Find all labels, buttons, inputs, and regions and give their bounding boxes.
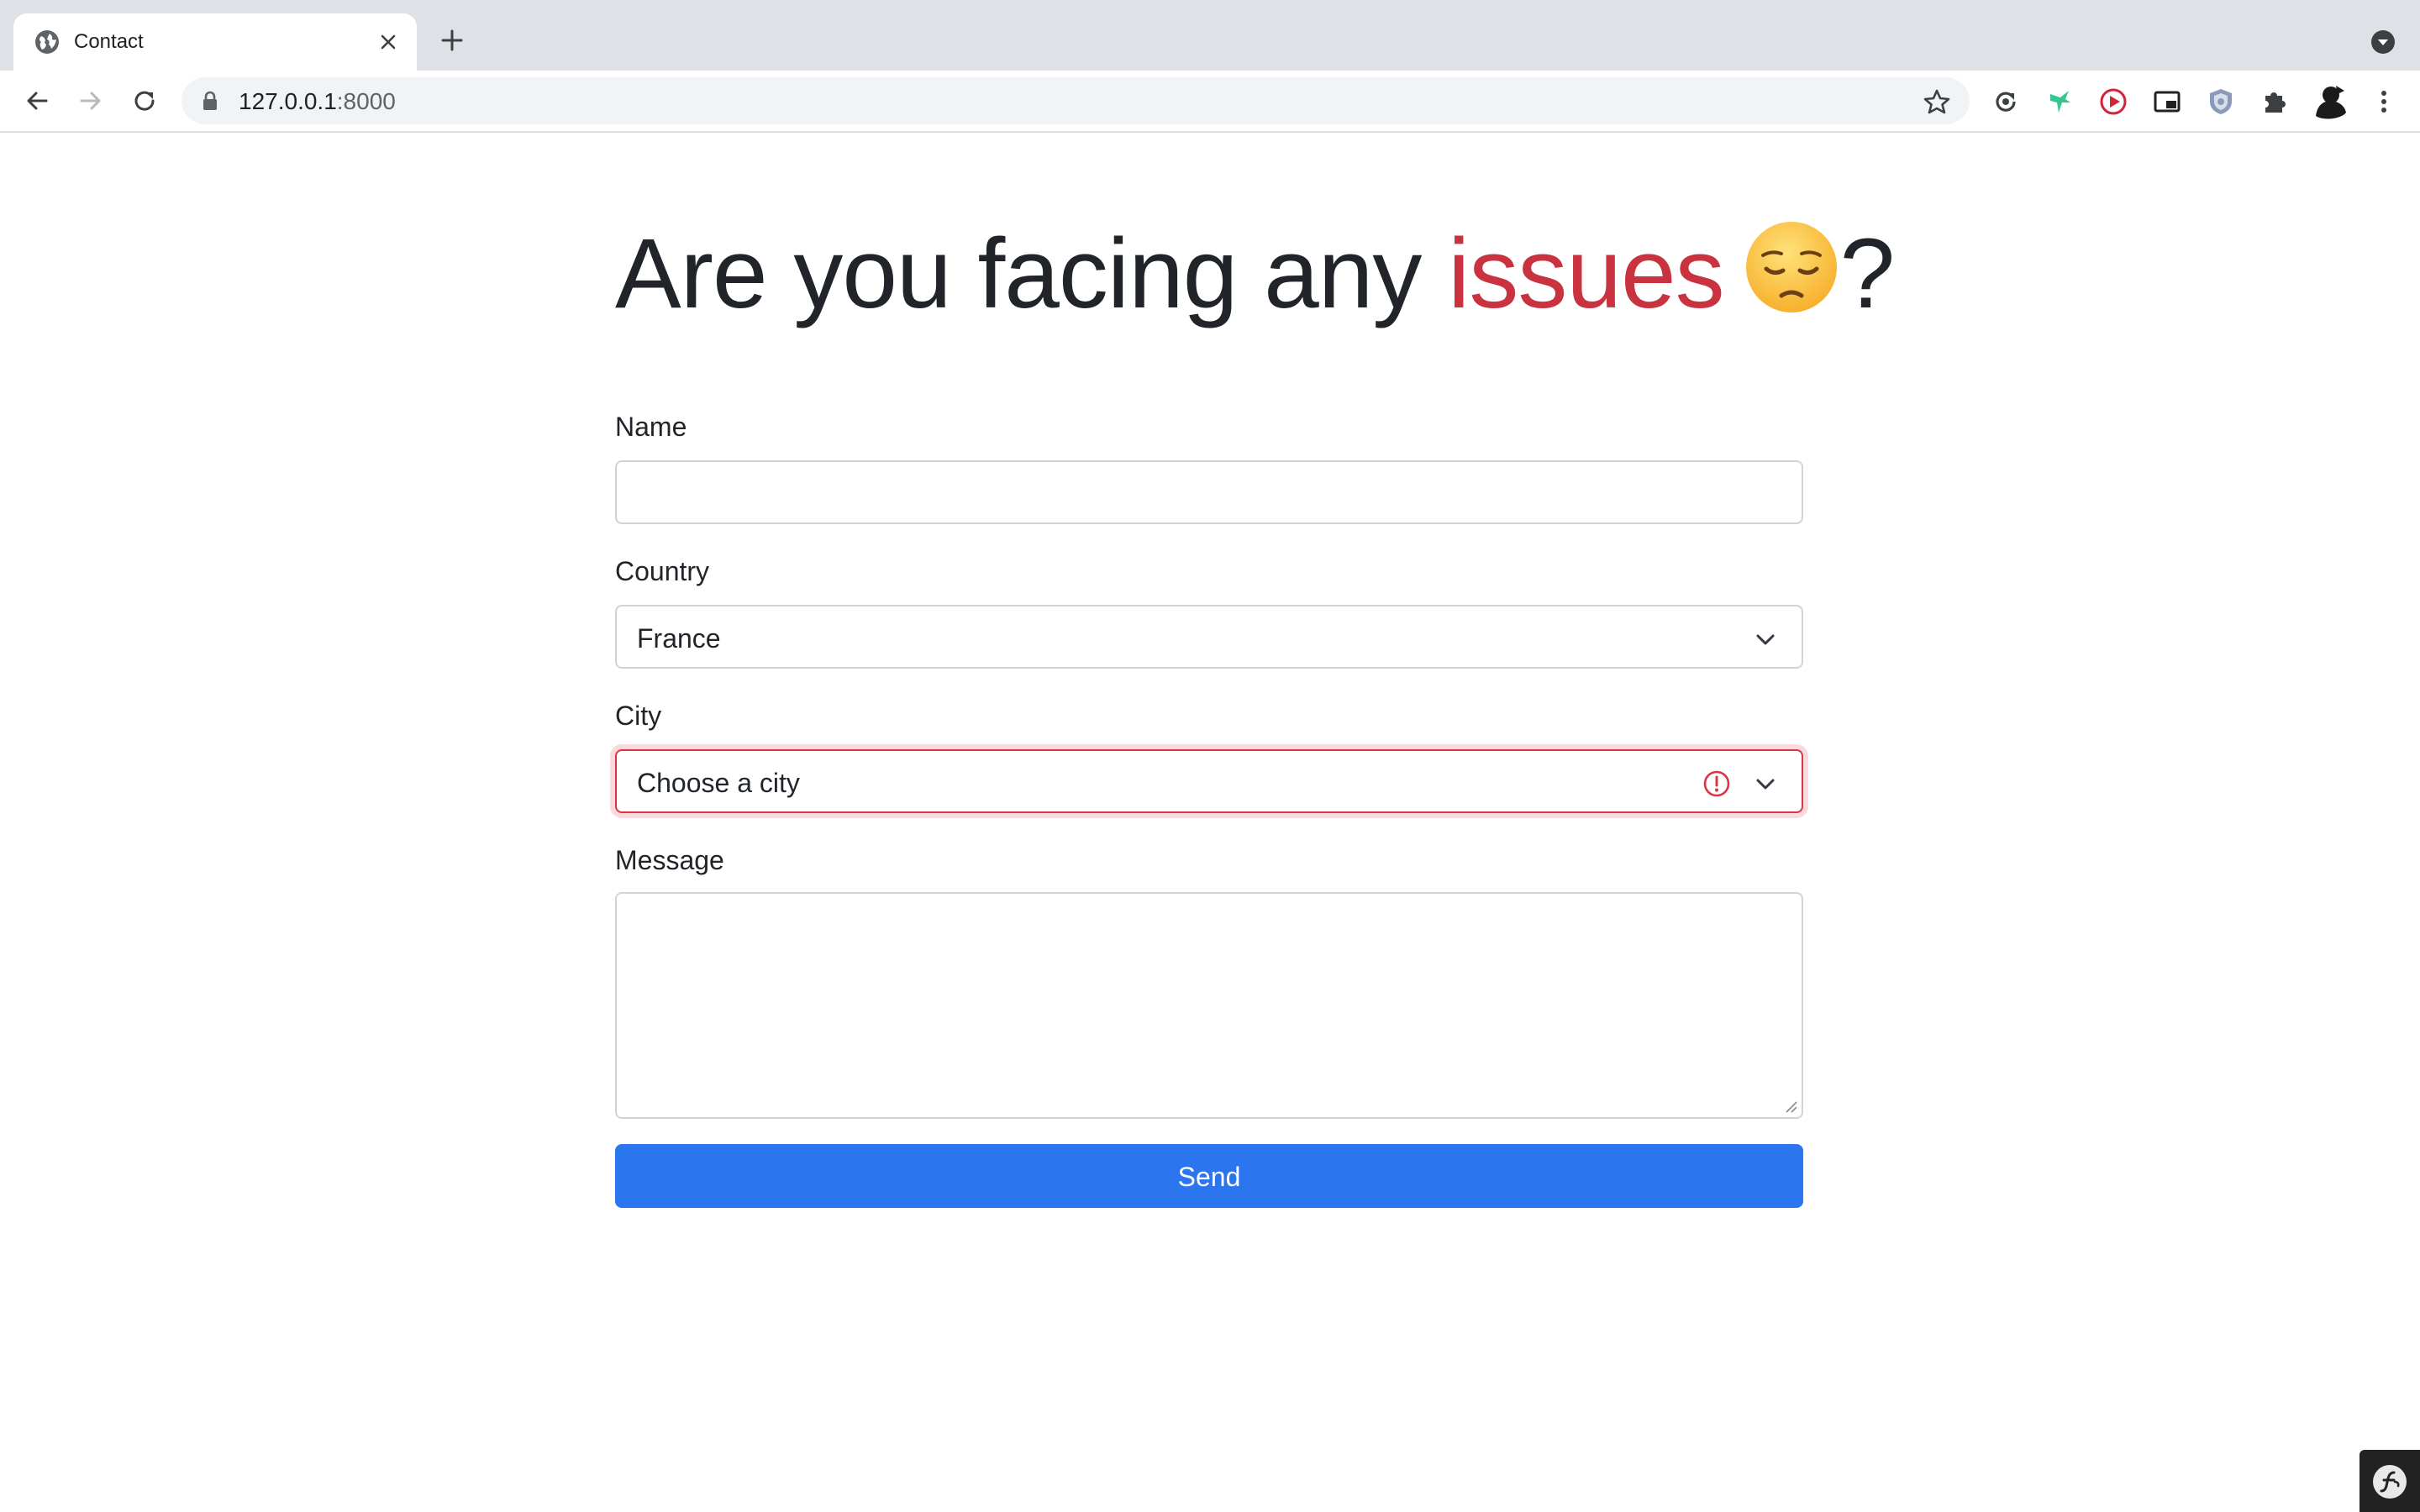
forward-arrow-icon[interactable] [74, 84, 108, 118]
message-textarea[interactable] [615, 892, 1803, 1119]
puzzle-icon[interactable] [2259, 86, 2291, 118]
title-text: Are you facing any [615, 218, 1449, 329]
city-select[interactable]: Choose a city [615, 749, 1803, 813]
tab-title: Contact [74, 30, 144, 53]
more-vert-icon[interactable] [2368, 86, 2400, 118]
reload-icon[interactable] [128, 84, 161, 118]
country-selected-value: France [637, 623, 721, 654]
lock-icon[interactable] [202, 91, 218, 111]
page-title: Are you facing any issues ? [615, 215, 1896, 333]
resize-handle-icon[interactable] [1783, 1099, 1798, 1114]
name-input[interactable] [615, 460, 1803, 524]
plus-icon[interactable] [437, 25, 467, 55]
pensive-face-emoji-icon [1745, 222, 1837, 312]
name-label: Name [615, 412, 687, 442]
globe-icon [35, 30, 59, 54]
shield-extension-icon[interactable] [2205, 86, 2237, 118]
error-icon [1703, 770, 1730, 797]
url-text: 127.0.0.1:8000 [239, 88, 396, 115]
symfony-logo-icon[interactable] [2371, 1463, 2408, 1500]
chevron-down-icon [1756, 634, 1775, 645]
browser-toolbar: 127.0.0.1:8000 [0, 71, 2420, 133]
city-selected-value: Choose a city [637, 768, 800, 798]
picture-in-picture-icon[interactable] [2151, 86, 2183, 118]
play-extension-icon[interactable] [2097, 86, 2129, 118]
back-arrow-icon[interactable] [20, 84, 54, 118]
country-label: Country [615, 556, 710, 586]
chevron-down-icon [1756, 779, 1775, 790]
tab-strip: Contact [0, 0, 2420, 71]
close-icon[interactable] [376, 30, 400, 54]
browser-tab-contact[interactable]: Contact [13, 13, 417, 71]
avatar[interactable] [2311, 82, 2349, 121]
bird-extension-icon[interactable] [2044, 86, 2075, 118]
title-question-mark: ? [1839, 218, 1896, 329]
title-accent-word: issues [1448, 218, 1724, 329]
city-label: City [615, 701, 662, 731]
star-icon[interactable] [1923, 87, 1951, 116]
sync-extension-icon[interactable] [1990, 86, 2022, 118]
message-label: Message [615, 845, 724, 875]
country-select[interactable]: France [615, 605, 1803, 669]
symfony-debug-toolbar[interactable] [2360, 1450, 2420, 1512]
url-port: :8000 [336, 88, 396, 114]
url-host: 127.0.0.1 [239, 88, 337, 114]
chevron-down-icon[interactable] [2370, 29, 2396, 55]
address-bar[interactable]: 127.0.0.1:8000 [182, 77, 1970, 124]
send-button[interactable]: Send [615, 1144, 1803, 1208]
